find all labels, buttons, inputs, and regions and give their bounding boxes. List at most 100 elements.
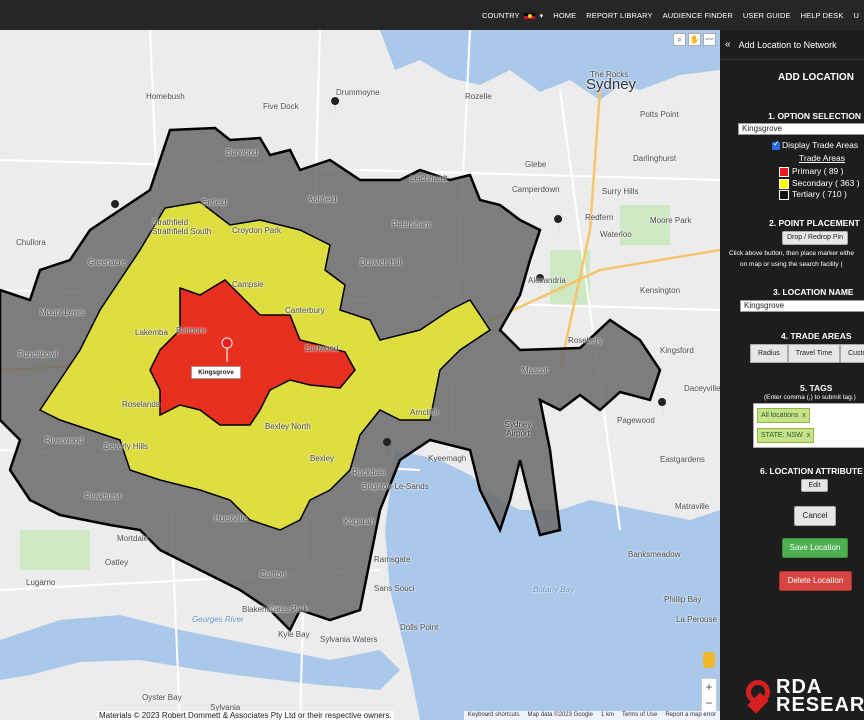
city-label: Sydney [586,76,637,93]
suburb-label: Dolls Point [400,623,439,632]
suburb-label: Strathfield [152,218,189,227]
report-map-error-link[interactable]: Report a map error [661,711,720,720]
suburb-label: Daceyville [684,384,720,393]
suburb-label: Eastgardens [660,455,705,464]
harbour-water [380,30,720,100]
display-trade-areas-checkbox[interactable]: Display Trade Areas [772,139,858,150]
suburb-label: Homebush [146,92,185,101]
logo-pin-icon [746,680,770,704]
suburb-label: Rozelle [465,92,492,101]
trade-area-radius-button[interactable]: Radius [750,344,788,363]
location-name-input[interactable]: Kingsgrove [740,300,864,312]
trade-areas-title: Trade Areas [799,153,845,163]
suburb-label: Banksmeadow [628,550,681,559]
suburb-label: Brighton-Le-Sands [362,482,429,491]
suburb-label: Arncliffe [410,408,439,417]
caret-down-icon: ▾ [539,12,544,20]
suburb-label: Lakemba [135,328,168,337]
suburb-label: Sylvania Waters [320,635,378,644]
location-name-heading: 3. LOCATION NAME [773,287,854,297]
suburb-label: Peakhurst [85,492,122,501]
cancel-button[interactable]: Cancel [794,506,836,526]
keyboard-shortcuts-link[interactable]: Keyboard shortcuts [464,711,524,720]
nav-help-desk[interactable]: HELP DESK [796,11,849,20]
suburb-label: Kogarah [344,517,375,526]
remove-tag-icon[interactable]: x [807,432,811,439]
suburb-label: Dulwich Hill [360,258,402,267]
water-label-botany-bay: Botany Bay [533,585,574,594]
suburb-label: Ramsgate [374,555,411,564]
tags-note: (Enter comma (,) to submit tag.) [764,394,856,401]
option-selection-heading: 1. OPTION SELECTION [768,111,862,121]
point-placement-heading: 2. POINT PLACEMENT [769,218,860,228]
suburb-label: Oatley [105,558,129,567]
suburb-label: Petersham [392,220,431,229]
suburb-label: Alexandria [528,276,566,285]
nav-user[interactable]: U [848,11,864,20]
scale-bar[interactable]: 1 km [597,711,618,720]
zoom-out-button[interactable]: − [702,695,716,711]
suburb-label: Punchbowl [18,350,58,359]
suburb-label: Oyster Bay [142,693,182,702]
pan-hand-icon[interactable]: ✋ [688,33,701,46]
tags-input[interactable]: All locations x STATE: NSW x [753,403,864,448]
suburb-label: Kingsford [660,346,694,355]
nav-report-library[interactable]: REPORT LIBRARY [581,11,657,20]
trade-areas-heading: 4. TRADE AREAS [781,331,852,341]
suburb-label: Burwood [226,148,258,157]
selected-location-label[interactable]: Kingsgrove [191,366,241,379]
panel-title: ADD LOCATION [778,72,854,83]
nav-menu: COUNTRY ▾ HOME REPORT LIBRARY AUDIENCE F… [477,0,864,30]
suburb-label: Carlton [260,570,286,579]
trade-area-custom-button[interactable]: Custo [840,344,864,363]
nav-user-guide[interactable]: USER GUIDE [738,11,796,20]
delete-location-button[interactable]: Delete Location [779,571,852,591]
trade-area-travel-time-button[interactable]: Travel Time [787,344,841,363]
map-data-text: Map data ©2023 Google [527,712,593,718]
suburb-label: Bexley North [265,422,311,431]
panel-header[interactable]: « Add Location to Network [720,30,864,60]
nav-home[interactable]: HOME [548,11,581,20]
trade-area-tertiary: Tertiary ( 710 ) [779,189,847,200]
terms-of-use-link[interactable]: Terms of Use [618,711,661,720]
suburb-label: Camperdown [512,185,560,194]
georges-river-water [0,615,400,690]
suburb-label: Drummoyne [336,88,380,97]
trade-area-type-group: Radius Travel Time Custo [750,344,864,363]
option-select[interactable]: Kingsgrove [738,123,864,135]
map-copyright: Materials © 2023 Robert Dommett & Associ… [97,711,394,720]
suburb-label: Enfield [202,198,227,207]
suburb-label: Surry Hills [602,187,639,196]
nav-country[interactable]: COUNTRY ▾ [477,11,548,20]
suburb-label: Riverwood [45,436,83,445]
collapse-chevron-icon[interactable]: « [725,39,731,50]
suburb-label: Leichhardt [410,174,448,183]
suburb-label: Hurstville [214,514,247,523]
zoom-area-icon[interactable]: ⌕ [673,33,686,46]
tag-all-locations: All locations x [757,408,810,423]
trade-area-primary: Primary ( 89 ) [779,166,843,177]
map-canvas[interactable]: Homebush Burwood Five Dock Drummoyne Leichha… [0,30,720,720]
save-location-button[interactable]: Save Location [782,538,848,558]
suburb-label: Rosebery [568,336,603,345]
draw-line-icon[interactable]: 〰 [703,33,716,46]
location-attribute-heading: 6. LOCATION ATTRIBUTE [760,466,863,476]
nav-audience-finder[interactable]: AUDIENCE FINDER [658,11,738,20]
suburb-label: Phillip Bay [664,595,702,604]
remove-tag-icon[interactable]: x [802,412,806,419]
park [20,530,90,570]
street-view-pegman-icon[interactable] [703,652,715,668]
suburb-label: Five Dock [263,102,299,111]
suburb-label: Belmore [176,326,206,335]
suburb-label: Strathfield South [152,227,212,236]
zoom-in-button[interactable]: + [702,679,716,695]
suburb-label: Moore Park [650,216,692,225]
edit-attributes-button[interactable]: Edit [801,479,828,492]
suburb-label: Campsie [232,280,264,289]
top-navigation-bar: COUNTRY ▾ HOME REPORT LIBRARY AUDIENCE F… [0,0,864,30]
tag-state-nsw: STATE: NSW x [757,428,815,443]
drop-pin-button[interactable]: Drop / Redrop Pin [782,231,848,245]
suburb-label: Kensington [640,286,681,295]
suburb-label: Greenacre [88,258,126,267]
suburb-label: Darlinghurst [633,154,677,163]
